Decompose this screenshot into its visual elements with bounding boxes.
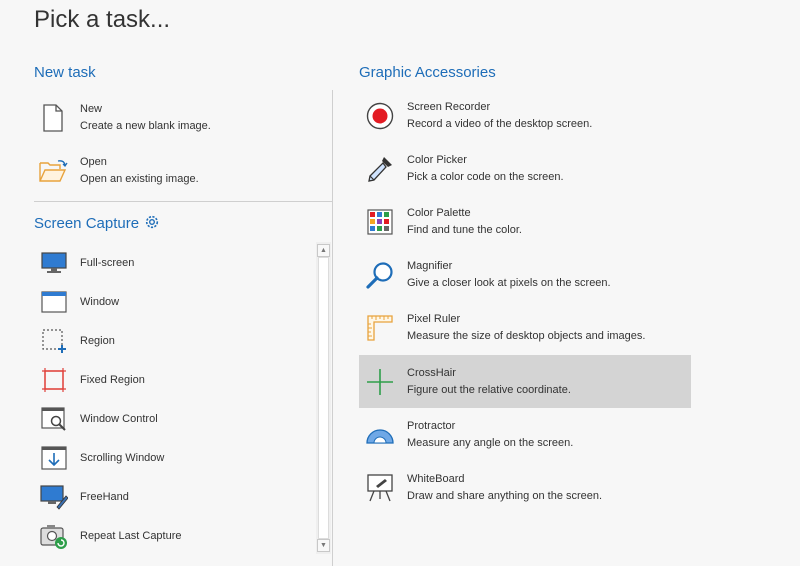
monitor-icon xyxy=(40,249,68,277)
gear-icon[interactable] xyxy=(144,214,160,230)
accessory-magnifier[interactable]: Magnifier Give a closer look at pixels o… xyxy=(359,257,697,293)
whiteboard-icon xyxy=(365,473,395,503)
accessory-crosshair[interactable]: CrossHair Figure out the relative coordi… xyxy=(359,355,691,408)
task-open-name: Open xyxy=(80,156,107,168)
accessory-magnifier-desc: Give a closer look at pixels on the scre… xyxy=(407,277,611,289)
section-divider xyxy=(34,201,332,202)
scrolling-window-icon xyxy=(40,444,68,472)
accessory-pixel-ruler-desc: Measure the size of desktop objects and … xyxy=(407,330,646,342)
capture-fixed-region[interactable]: Fixed Region xyxy=(40,366,145,394)
capture-window-label: Window xyxy=(80,296,120,308)
palette-grid-icon xyxy=(365,207,395,237)
task-new-desc: Create a new blank image. xyxy=(80,120,211,132)
capture-freehand-label: FreeHand xyxy=(80,491,129,503)
fixed-region-icon xyxy=(40,366,68,394)
capture-scrolling-window-label: Scrolling Window xyxy=(80,452,165,464)
accessory-protractor[interactable]: Protractor Measure any angle on the scre… xyxy=(359,417,697,453)
task-new[interactable]: New Create a new blank image. xyxy=(38,100,318,136)
accessory-pixel-ruler-name: Pixel Ruler xyxy=(407,313,461,325)
capture-repeat-last-label: Repeat Last Capture xyxy=(80,530,182,542)
capture-region-label: Region xyxy=(80,335,115,347)
capture-fixed-region-label: Fixed Region xyxy=(80,374,145,386)
freehand-icon xyxy=(40,483,68,511)
accessory-screen-recorder-desc: Record a video of the desktop screen. xyxy=(407,118,593,130)
accessory-protractor-name: Protractor xyxy=(407,420,456,432)
capture-scrolling-window[interactable]: Scrolling Window xyxy=(40,444,164,472)
scroll-up-button[interactable]: ▲ xyxy=(317,244,330,257)
eyedropper-icon xyxy=(365,154,395,184)
accessory-pixel-ruler[interactable]: Pixel Ruler Measure the size of desktop … xyxy=(359,310,697,346)
accessory-color-picker-desc: Pick a color code on the screen. xyxy=(407,171,564,183)
accessory-screen-recorder-name: Screen Recorder xyxy=(407,101,491,113)
repeat-capture-icon xyxy=(40,522,68,550)
accessory-screen-recorder[interactable]: Screen Recorder Record a video of the de… xyxy=(359,98,697,134)
graphic-accessories-heading: Graphic Accessories xyxy=(359,64,496,81)
accessory-magnifier-name: Magnifier xyxy=(407,260,453,272)
capture-full-screen-label: Full-screen xyxy=(80,257,135,269)
open-folder-icon xyxy=(38,156,68,186)
blank-document-icon xyxy=(38,103,68,133)
magnifier-icon xyxy=(365,260,395,290)
region-icon xyxy=(40,327,68,355)
task-open-desc: Open an existing image. xyxy=(80,173,199,185)
page-title: Pick a task... xyxy=(34,6,171,33)
capture-window-control-label: Window Control xyxy=(80,413,158,425)
task-new-name: New xyxy=(80,103,103,115)
column-divider xyxy=(332,90,333,566)
capture-region[interactable]: Region xyxy=(40,327,115,355)
window-icon xyxy=(40,288,68,316)
ruler-icon xyxy=(365,313,395,343)
accessory-color-palette-desc: Find and tune the color. xyxy=(407,224,522,236)
task-open[interactable]: Open Open an existing image. xyxy=(38,153,318,189)
capture-full-screen[interactable]: Full-screen xyxy=(40,249,134,277)
capture-freehand[interactable]: FreeHand xyxy=(40,483,129,511)
record-icon xyxy=(365,101,395,131)
crosshair-icon xyxy=(365,367,395,397)
accessory-color-picker[interactable]: Color Picker Pick a color code on the sc… xyxy=(359,151,697,187)
accessory-color-palette[interactable]: Color Palette Find and tune the color. xyxy=(359,204,697,240)
accessory-color-palette-name: Color Palette xyxy=(407,207,471,219)
capture-window[interactable]: Window xyxy=(40,288,119,316)
accessory-crosshair-name: CrossHair xyxy=(407,366,456,379)
scroll-down-button[interactable]: ▼ xyxy=(317,539,330,552)
capture-repeat-last[interactable]: Repeat Last Capture xyxy=(40,522,182,550)
capture-window-control[interactable]: Window Control xyxy=(40,405,158,433)
protractor-icon xyxy=(365,420,395,450)
accessory-color-picker-name: Color Picker xyxy=(407,154,467,166)
capture-list-scrollbar[interactable]: ▲ ▼ xyxy=(316,242,331,554)
screen-capture-heading: Screen Capture xyxy=(34,215,140,232)
accessory-whiteboard-desc: Draw and share anything on the screen. xyxy=(407,490,603,502)
new-task-heading: New task xyxy=(34,64,96,81)
scroll-track[interactable] xyxy=(318,257,329,539)
accessory-whiteboard-name: WhiteBoard xyxy=(407,473,465,485)
accessory-whiteboard[interactable]: WhiteBoard Draw and share anything on th… xyxy=(359,470,697,506)
window-control-icon xyxy=(40,405,68,433)
accessory-crosshair-desc: Figure out the relative coordinate. xyxy=(407,383,571,396)
accessory-protractor-desc: Measure any angle on the screen. xyxy=(407,437,574,449)
